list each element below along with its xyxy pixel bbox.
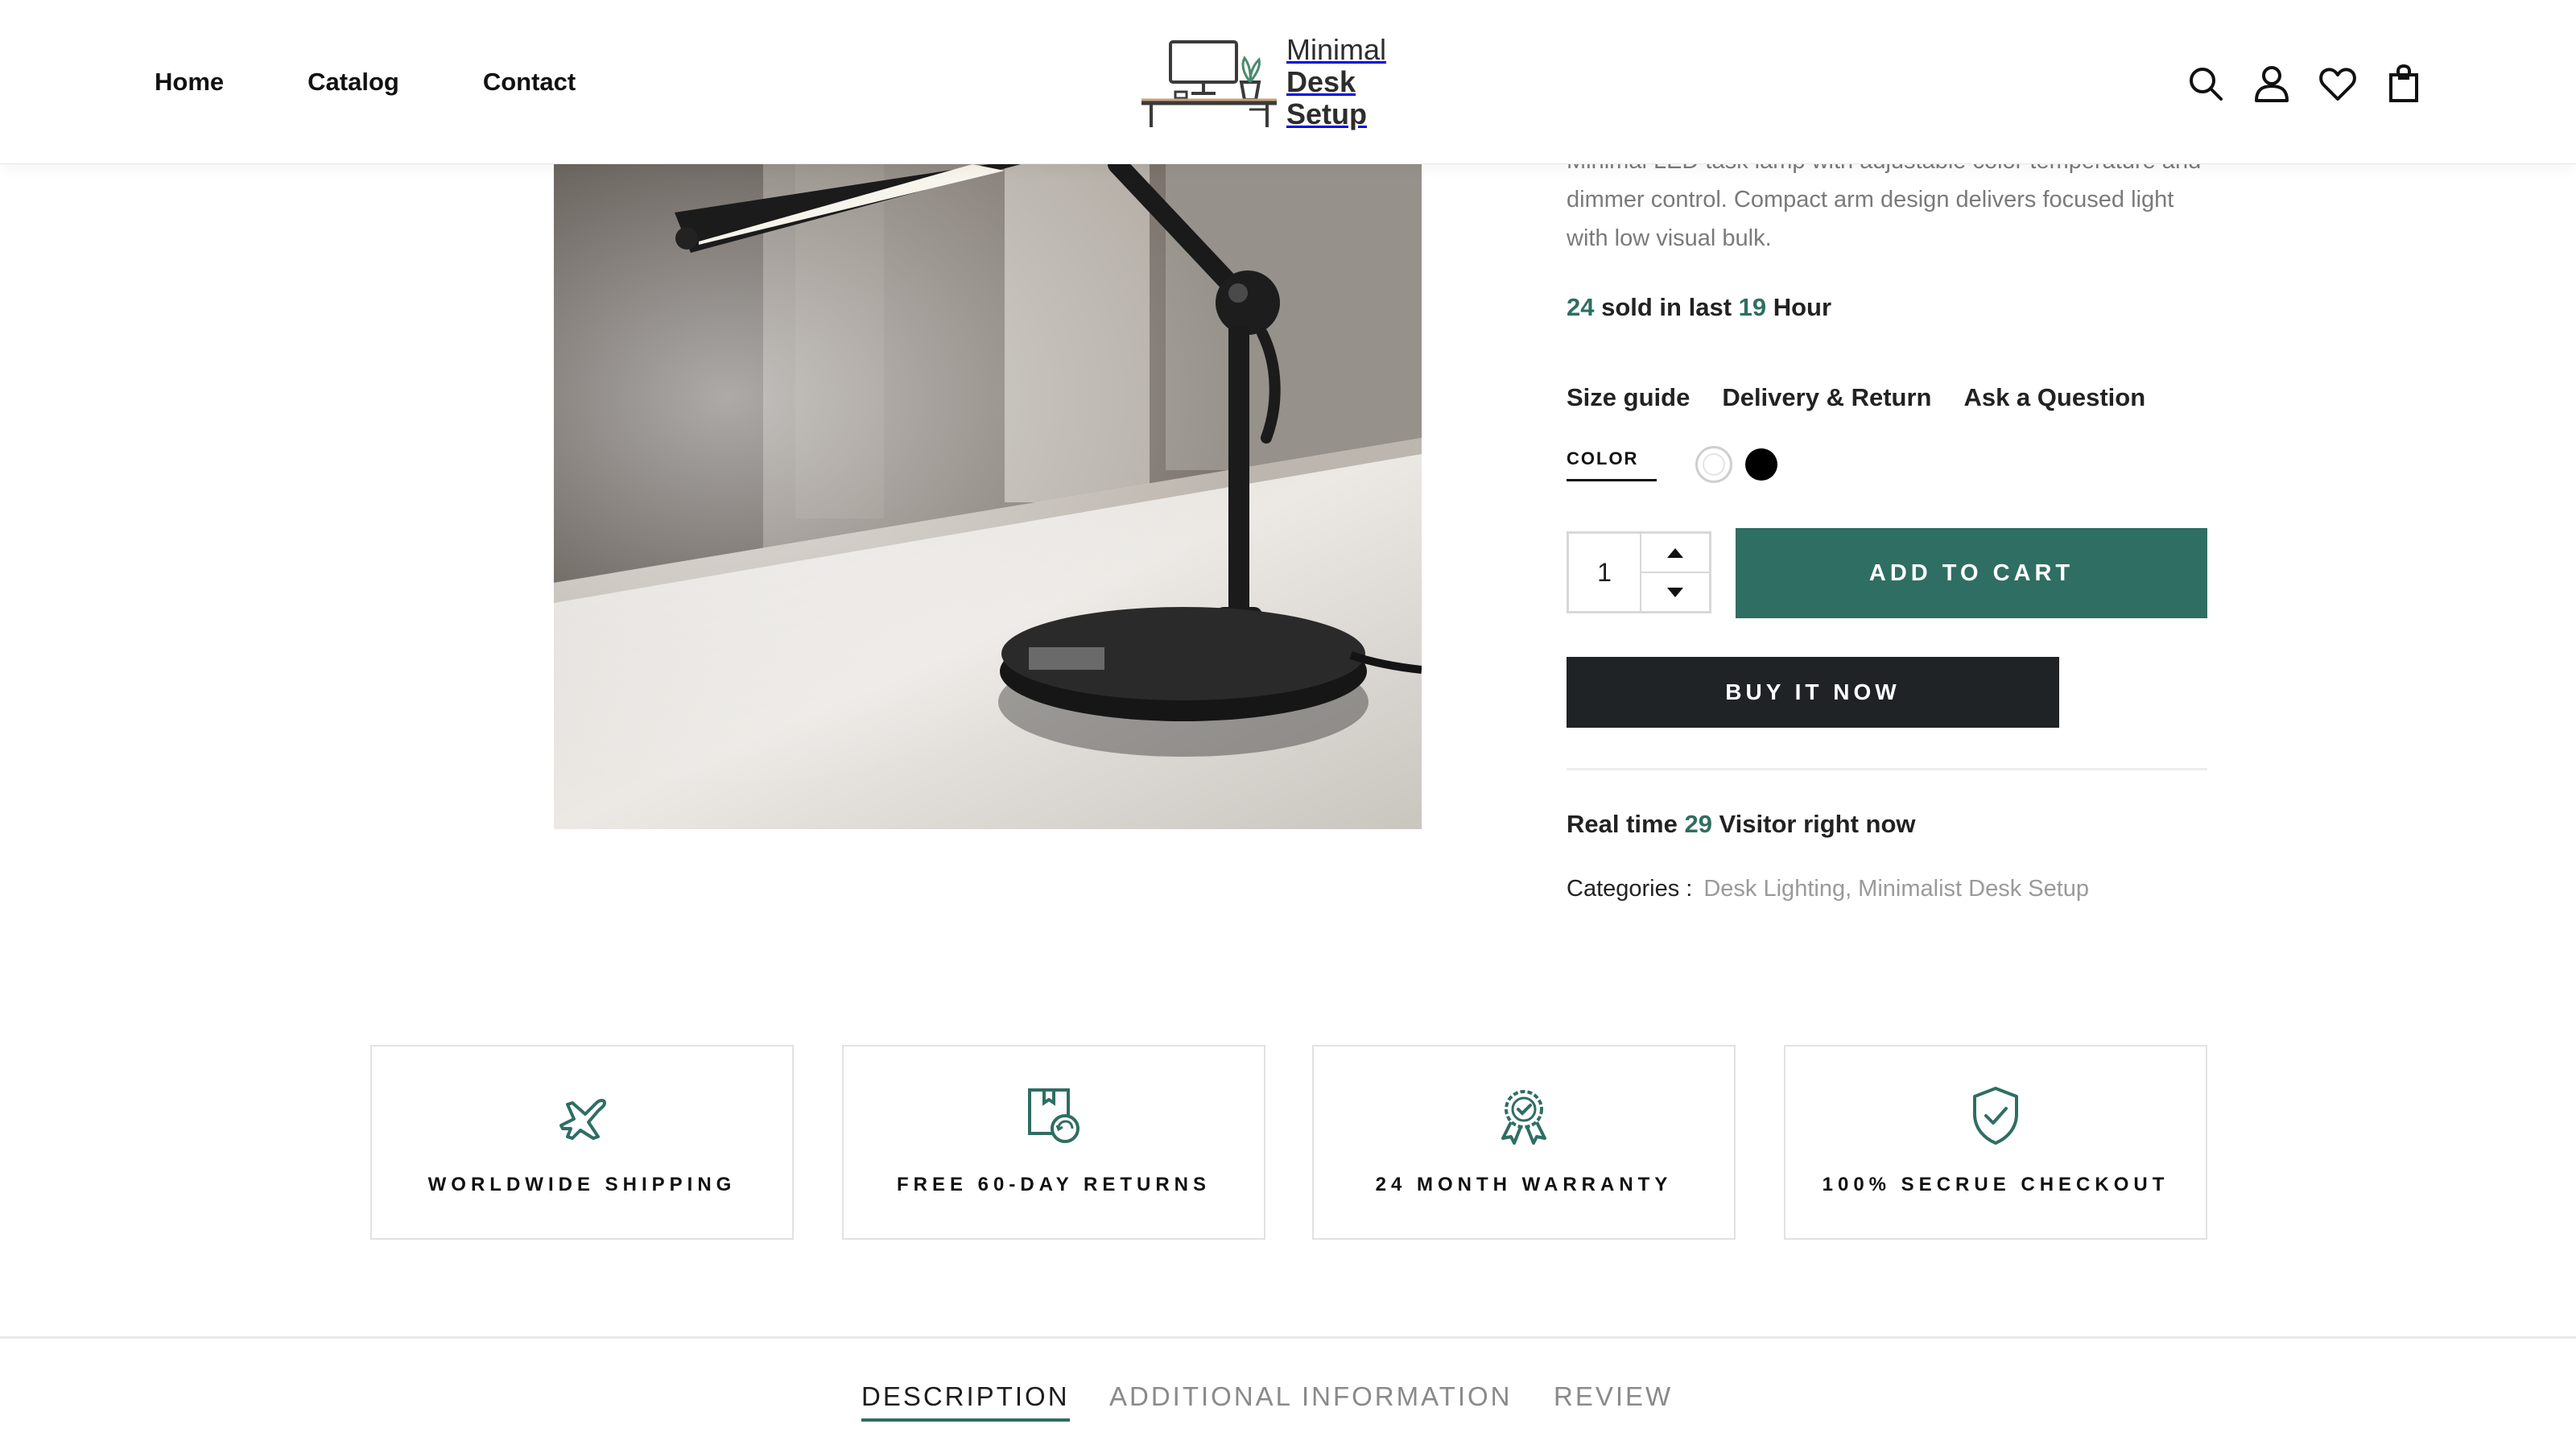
sold-hours: 19 [1738, 293, 1767, 321]
visitors-count: 29 [1684, 810, 1712, 838]
arrow-up-icon [1667, 547, 1683, 558]
award-badge-icon [1492, 1084, 1556, 1148]
add-to-cart-button[interactable]: ADD TO CART [1736, 528, 2207, 618]
desk-lamp-image [554, 164, 1422, 829]
category-links[interactable]: Desk Lighting, Minimalist Desk Setup [1703, 876, 2089, 902]
feature-label: 100% SECRUE CHECKOUT [1822, 1174, 2169, 1195]
nav-home-link[interactable]: Home [155, 64, 224, 100]
feature-label: WORLDWIDE SHIPPING [427, 1174, 737, 1195]
visitors-prefix: Real time [1567, 810, 1685, 838]
color-selector: COLOR [1567, 446, 1777, 483]
quantity-stepper: 1 [1567, 531, 1711, 613]
size-guide-link[interactable]: Size guide [1567, 383, 1690, 412]
user-icon[interactable] [2249, 61, 2294, 106]
product-image[interactable] [554, 164, 1422, 829]
logo-line-1: Minimal [1286, 33, 1386, 66]
sold-counter: 24 sold in last 19 Hour [1567, 293, 1831, 322]
feature-label: 24 MONTH WARRANTY [1375, 1174, 1673, 1195]
color-swatch-black[interactable] [1745, 448, 1777, 481]
tab-description[interactable]: DESCRIPTION [861, 1381, 1070, 1422]
tab-additional-information[interactable]: ADDITIONAL INFORMATION [1109, 1381, 1513, 1412]
feature-card-warranty: 24 MONTH WARRANTY [1312, 1045, 1736, 1240]
quantity-decrease-button[interactable] [1641, 572, 1709, 611]
site-header: Home Catalog Contact Minimal Desk Setup [0, 0, 2576, 164]
return-box-icon [1022, 1084, 1086, 1148]
color-swatch-white[interactable] [1695, 446, 1732, 483]
site-logo[interactable]: Minimal Desk Setup [1138, 34, 1444, 130]
nav-catalog-link[interactable]: Catalog [308, 64, 399, 100]
product-categories: Categories : Desk Lighting, Minimalist De… [1567, 876, 2089, 902]
desk-logo-icon [1141, 40, 1277, 127]
shopping-bag-icon[interactable] [2381, 61, 2426, 106]
visitors-suffix: Visitor right now [1711, 810, 1916, 838]
shield-check-icon [1963, 1084, 2028, 1148]
sold-mid-text: sold in last [1594, 293, 1739, 321]
delivery-return-link[interactable]: Delivery & Return [1722, 383, 1931, 412]
sold-suffix-text: Hour [1766, 293, 1832, 321]
color-label: COLOR [1567, 448, 1657, 481]
feature-card-returns: FREE 60-DAY RETURNS [842, 1045, 1265, 1240]
categories-label: Categories : [1567, 876, 1693, 902]
product-links: Size guide Delivery & Return Ask a Quest… [1567, 383, 2178, 412]
nav-contact-link[interactable]: Contact [483, 64, 576, 100]
divider [1567, 768, 2207, 770]
main-nav: Home Catalog Contact [155, 64, 659, 100]
quantity-increase-button[interactable] [1641, 534, 1709, 572]
quantity-buttons [1641, 534, 1709, 611]
search-icon[interactable] [2183, 61, 2228, 106]
arrow-down-icon [1667, 587, 1683, 597]
logo-text: Minimal Desk Setup [1286, 34, 1444, 130]
feature-card-shipping: WORLDWIDE SHIPPING [370, 1045, 794, 1240]
quantity-input[interactable]: 1 [1569, 534, 1641, 611]
heart-icon[interactable] [2315, 61, 2360, 106]
sold-count: 24 [1567, 293, 1595, 321]
logo-line-2: Desk Setup [1286, 65, 1367, 130]
airplane-icon [550, 1084, 614, 1148]
tab-review[interactable]: REVIEW [1554, 1381, 1673, 1412]
ask-question-link[interactable]: Ask a Question [1963, 383, 2145, 412]
visitor-counter: Real time 29 Visitor right now [1567, 810, 1916, 839]
feature-card-checkout: 100% SECRUE CHECKOUT [1784, 1045, 2207, 1240]
feature-label: FREE 60-DAY RETURNS [896, 1174, 1212, 1195]
buy-it-now-button[interactable]: BUY IT NOW [1567, 657, 2059, 728]
header-actions [2183, 61, 2447, 106]
